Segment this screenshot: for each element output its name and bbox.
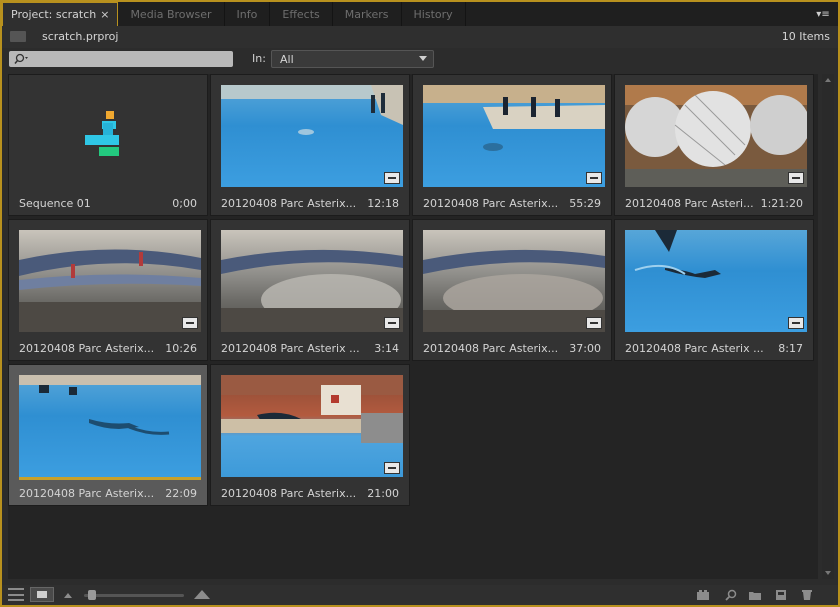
item-name: 20120408 Parc Asterix... bbox=[423, 197, 559, 210]
grid-item-clip[interactable]: 20120408 Parc Asterix ... 3:14 bbox=[210, 219, 410, 361]
zoom-in-icon[interactable] bbox=[194, 590, 210, 599]
item-duration: 37:00 bbox=[569, 342, 601, 355]
grid-item-sequence[interactable]: Sequence 01 0;00 bbox=[8, 74, 208, 216]
item-name: Sequence 01 bbox=[19, 197, 91, 210]
tab-history[interactable]: History bbox=[402, 2, 466, 26]
tab-project[interactable]: Project: scratch × bbox=[2, 2, 119, 26]
tab-effects[interactable]: Effects bbox=[270, 2, 333, 26]
clip-type-icon bbox=[586, 172, 602, 184]
tab-spacer bbox=[466, 2, 808, 26]
scroll-down-icon[interactable] bbox=[825, 571, 831, 575]
item-name: 20120408 Parc Asterix ... bbox=[221, 342, 360, 355]
clip-type-icon bbox=[384, 317, 400, 329]
in-filter-dropdown[interactable]: All bbox=[271, 50, 434, 68]
item-duration: 8:17 bbox=[778, 342, 803, 355]
scroll-up-icon[interactable] bbox=[825, 78, 831, 82]
item-name: 20120408 Parc Asteri... bbox=[625, 197, 754, 210]
clip-thumbnail bbox=[423, 230, 605, 332]
item-name: 20120408 Parc Asterix... bbox=[423, 342, 559, 355]
vertical-scrollbar[interactable] bbox=[822, 74, 834, 579]
tab-media-browser-label: Media Browser bbox=[130, 7, 212, 21]
clip-thumbnail bbox=[221, 375, 403, 477]
clip-thumbnail bbox=[625, 85, 807, 187]
item-duration: 55:29 bbox=[569, 197, 601, 210]
in-filter-value: All bbox=[280, 53, 294, 66]
clip-thumbnail bbox=[19, 230, 201, 332]
project-file-icon bbox=[10, 31, 26, 42]
item-duration: 1:21:20 bbox=[760, 197, 803, 210]
search-icon[interactable] bbox=[13, 52, 29, 66]
tab-info-label: Info bbox=[236, 7, 258, 21]
item-duration: 21:00 bbox=[367, 487, 399, 500]
zoom-slider-handle[interactable] bbox=[88, 590, 96, 600]
tab-effects-label: Effects bbox=[282, 7, 320, 21]
item-duration: 12:18 bbox=[367, 197, 399, 210]
item-duration: 22:09 bbox=[165, 487, 197, 500]
clip-type-icon bbox=[384, 462, 400, 474]
sequence-icon bbox=[85, 111, 119, 156]
zoom-out-icon[interactable] bbox=[64, 593, 72, 598]
item-name: 20120408 Parc Asterix ... bbox=[625, 342, 764, 355]
clip-type-icon bbox=[788, 172, 804, 184]
find-icon[interactable] bbox=[724, 589, 738, 601]
clip-type-icon bbox=[586, 317, 602, 329]
grid-item-clip[interactable]: 20120408 Parc Asteri... 1:21:20 bbox=[614, 74, 814, 216]
panel-tab-bar: Project: scratch × Media Browser Info Ef… bbox=[2, 2, 838, 26]
grid-item-clip[interactable]: 20120408 Parc Asterix... 21:00 bbox=[210, 364, 410, 506]
new-bin-icon[interactable] bbox=[748, 589, 762, 601]
item-name: 20120408 Parc Asterix... bbox=[19, 342, 155, 355]
item-duration: 0;00 bbox=[172, 197, 197, 210]
trash-icon[interactable] bbox=[800, 589, 814, 601]
panel-bottom-bar bbox=[2, 585, 838, 605]
panel-menu-icon[interactable]: ▾≡ bbox=[808, 2, 838, 26]
icon-view-button[interactable] bbox=[30, 587, 54, 602]
clip-thumbnail bbox=[625, 230, 807, 332]
item-count: 10 Items bbox=[781, 30, 830, 43]
item-duration: 3:14 bbox=[374, 342, 399, 355]
thumbnail-zoom-slider[interactable] bbox=[84, 594, 184, 597]
in-filter-label: In: bbox=[252, 52, 266, 65]
automate-to-sequence-icon[interactable] bbox=[696, 589, 710, 601]
grid-item-clip[interactable]: 20120408 Parc Asterix... 37:00 bbox=[412, 219, 612, 361]
sequence-thumbnail bbox=[19, 85, 201, 187]
playhead-progress-bar bbox=[19, 477, 201, 480]
item-duration: 10:26 bbox=[165, 342, 197, 355]
clip-type-icon bbox=[788, 317, 804, 329]
tab-history-label: History bbox=[413, 7, 453, 21]
new-item-icon[interactable] bbox=[774, 589, 788, 601]
grid-item-clip-selected[interactable]: 20120408 Parc Asterix... 22:09 bbox=[8, 364, 208, 506]
project-header: scratch.prproj 10 Items bbox=[2, 26, 838, 48]
clip-type-icon bbox=[182, 317, 198, 329]
list-view-icon[interactable] bbox=[8, 588, 24, 601]
close-icon[interactable]: × bbox=[100, 8, 109, 21]
item-name: 20120408 Parc Asterix... bbox=[221, 197, 357, 210]
grid-item-clip[interactable]: 20120408 Parc Asterix... 12:18 bbox=[210, 74, 410, 216]
tab-project-label: Project: scratch bbox=[11, 8, 97, 21]
clip-thumbnail bbox=[19, 375, 201, 477]
clip-thumbnail bbox=[221, 85, 403, 187]
clip-thumbnail bbox=[423, 85, 605, 187]
chevron-down-icon bbox=[419, 56, 427, 61]
search-input[interactable] bbox=[9, 51, 233, 67]
tab-markers-label: Markers bbox=[344, 7, 389, 21]
item-name: 20120408 Parc Asterix... bbox=[19, 487, 155, 500]
clip-type-icon bbox=[384, 172, 400, 184]
grid-item-clip[interactable]: 20120408 Parc Asterix... 55:29 bbox=[412, 74, 612, 216]
project-panel: Project: scratch × Media Browser Info Ef… bbox=[0, 0, 840, 607]
tab-info[interactable]: Info bbox=[225, 2, 271, 26]
media-grid: Sequence 01 0;00 20120408 Parc Asterix..… bbox=[8, 74, 818, 579]
tab-media-browser[interactable]: Media Browser bbox=[118, 2, 225, 26]
grid-item-clip[interactable]: 20120408 Parc Asterix ... 8:17 bbox=[614, 219, 814, 361]
project-file-name: scratch.prproj bbox=[42, 30, 119, 43]
clip-thumbnail bbox=[221, 230, 403, 332]
grid-item-clip[interactable]: 20120408 Parc Asterix... 10:26 bbox=[8, 219, 208, 361]
tab-markers[interactable]: Markers bbox=[333, 2, 402, 26]
item-name: 20120408 Parc Asterix... bbox=[221, 487, 357, 500]
